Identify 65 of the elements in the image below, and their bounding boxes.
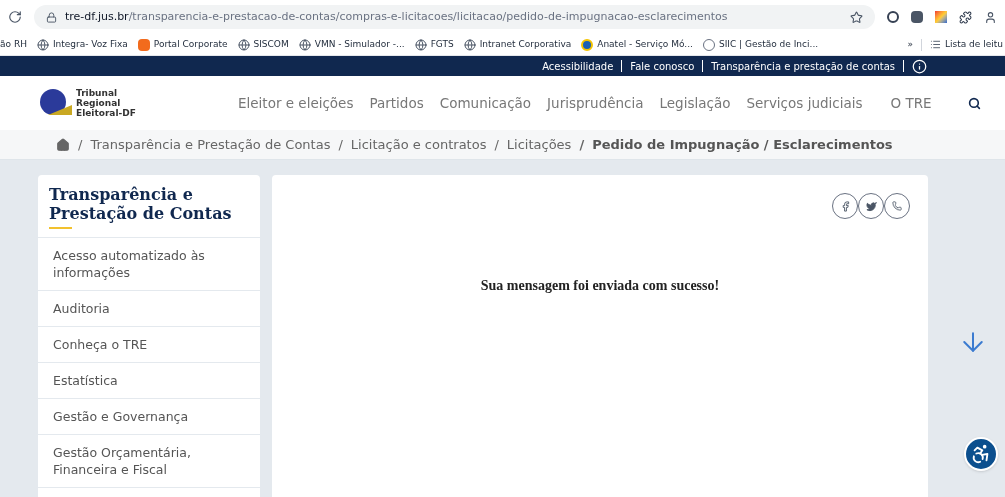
info-icon[interactable] <box>912 58 927 74</box>
sidebar-item[interactable]: Gestão e Governança <box>53 408 189 425</box>
reading-list-icon[interactable] <box>930 39 941 50</box>
bookmark-link[interactable]: SISCOM <box>253 37 289 52</box>
puzzle-icon[interactable] <box>959 10 972 24</box>
nav-link[interactable]: Legislação <box>659 92 731 114</box>
nav-link[interactable]: Eleitor e eleições <box>238 92 354 114</box>
globe-icon <box>36 38 49 51</box>
reading-list-link[interactable]: Lista de leitu <box>945 37 1003 52</box>
address-bar[interactable]: tre-df.jus.br/transparencia-e-prestacao-de-contas/compras-e-licitacoes/licitacao/pedido-de-impugnacao-esclarecimentos <box>34 5 875 29</box>
top-link[interactable]: Acessibilidade <box>542 58 614 74</box>
lock-icon <box>46 11 57 23</box>
nav-link[interactable]: Jurisprudência <box>547 92 644 114</box>
breadcrumb-separator: / <box>494 135 499 154</box>
sidebar-item[interactable]: Auditoria <box>53 300 110 317</box>
globe-icon <box>237 38 250 51</box>
sidebar-item[interactable]: Conheça o TRE <box>53 336 148 353</box>
breadcrumb-link[interactable]: Licitação e contratos <box>350 134 487 155</box>
profile-icon[interactable] <box>984 10 997 24</box>
star-icon[interactable] <box>850 10 863 24</box>
logo-text: Tribunal <box>76 88 119 98</box>
accessibility-button[interactable] <box>963 437 998 471</box>
more-bookmarks[interactable]: » <box>907 37 913 52</box>
url-host: tre-df.jus.br <box>65 8 129 25</box>
home-icon[interactable] <box>56 137 70 152</box>
reload-icon[interactable] <box>8 10 22 24</box>
bookmark-link[interactable]: VMN - Simulador -... <box>314 37 405 52</box>
logo-text: Eleitoral-DF <box>76 108 136 118</box>
breadcrumb-link[interactable]: Licitações <box>506 134 572 155</box>
bookmark-link[interactable]: Anatel - Serviço Mó... <box>597 37 693 52</box>
logo-icon[interactable] <box>38 88 72 118</box>
bookmark-link[interactable]: FGTS <box>430 37 454 52</box>
extension-icon[interactable] <box>887 11 899 23</box>
bird-icon <box>865 200 877 212</box>
top-link[interactable]: Fale conosco <box>630 58 695 74</box>
phone-icon <box>892 201 902 211</box>
success-message: Sua mensagem foi enviada com sucesso! <box>480 278 720 293</box>
bookmark-link[interactable]: Integra- Voz Fixa <box>52 37 128 52</box>
top-link[interactable]: Transparência e prestação de contas <box>711 58 895 74</box>
bookmark-link[interactable]: Intranet Corporativa <box>479 37 572 52</box>
nav-link[interactable]: Comunicação <box>439 92 532 114</box>
bookmark-link[interactable]: SIIC | Gestão de Inci... <box>718 37 819 52</box>
logo-text: Regional <box>76 98 122 108</box>
bookmark-icon <box>137 38 150 51</box>
sidebar-item[interactable]: Estatística <box>53 372 118 389</box>
breadcrumb-separator: / <box>338 135 343 154</box>
nav-link[interactable]: Serviços judiciais <box>746 92 863 114</box>
globe-icon <box>298 38 311 51</box>
search-icon[interactable] <box>967 96 981 110</box>
bookmark-link[interactable]: Portal Corporate <box>153 37 228 52</box>
sidebar-title: Transparência e Prestação de Contas <box>49 185 233 223</box>
extension-icon[interactable] <box>911 11 923 23</box>
breadcrumb-current: Pedido de Impugnação / Esclarecimentos <box>592 135 893 154</box>
globe-icon <box>463 38 476 51</box>
bookmark-icon <box>581 38 594 51</box>
nav-link[interactable]: O TRE <box>890 92 932 114</box>
breadcrumb-separator: / <box>78 135 83 154</box>
breadcrumb-separator: / <box>579 135 585 154</box>
nav-link[interactable]: Partidos <box>369 92 424 114</box>
sidebar-item[interactable]: Gestão Orçamentária, Financeira e Fiscal <box>53 444 245 478</box>
sidebar-item[interactable]: Acesso automatizado às informações <box>53 247 245 281</box>
bookmark-link[interactable]: ão RH <box>0 37 27 52</box>
globe-icon <box>414 38 427 51</box>
breadcrumb-link[interactable]: Transparência e Prestação de Contas <box>90 134 331 155</box>
url-path: /transparencia-e-prestacao-de-contas/compras-e-licitacoes/licitacao/pedido-de-impugnacao-esclarecimentos <box>128 8 728 25</box>
